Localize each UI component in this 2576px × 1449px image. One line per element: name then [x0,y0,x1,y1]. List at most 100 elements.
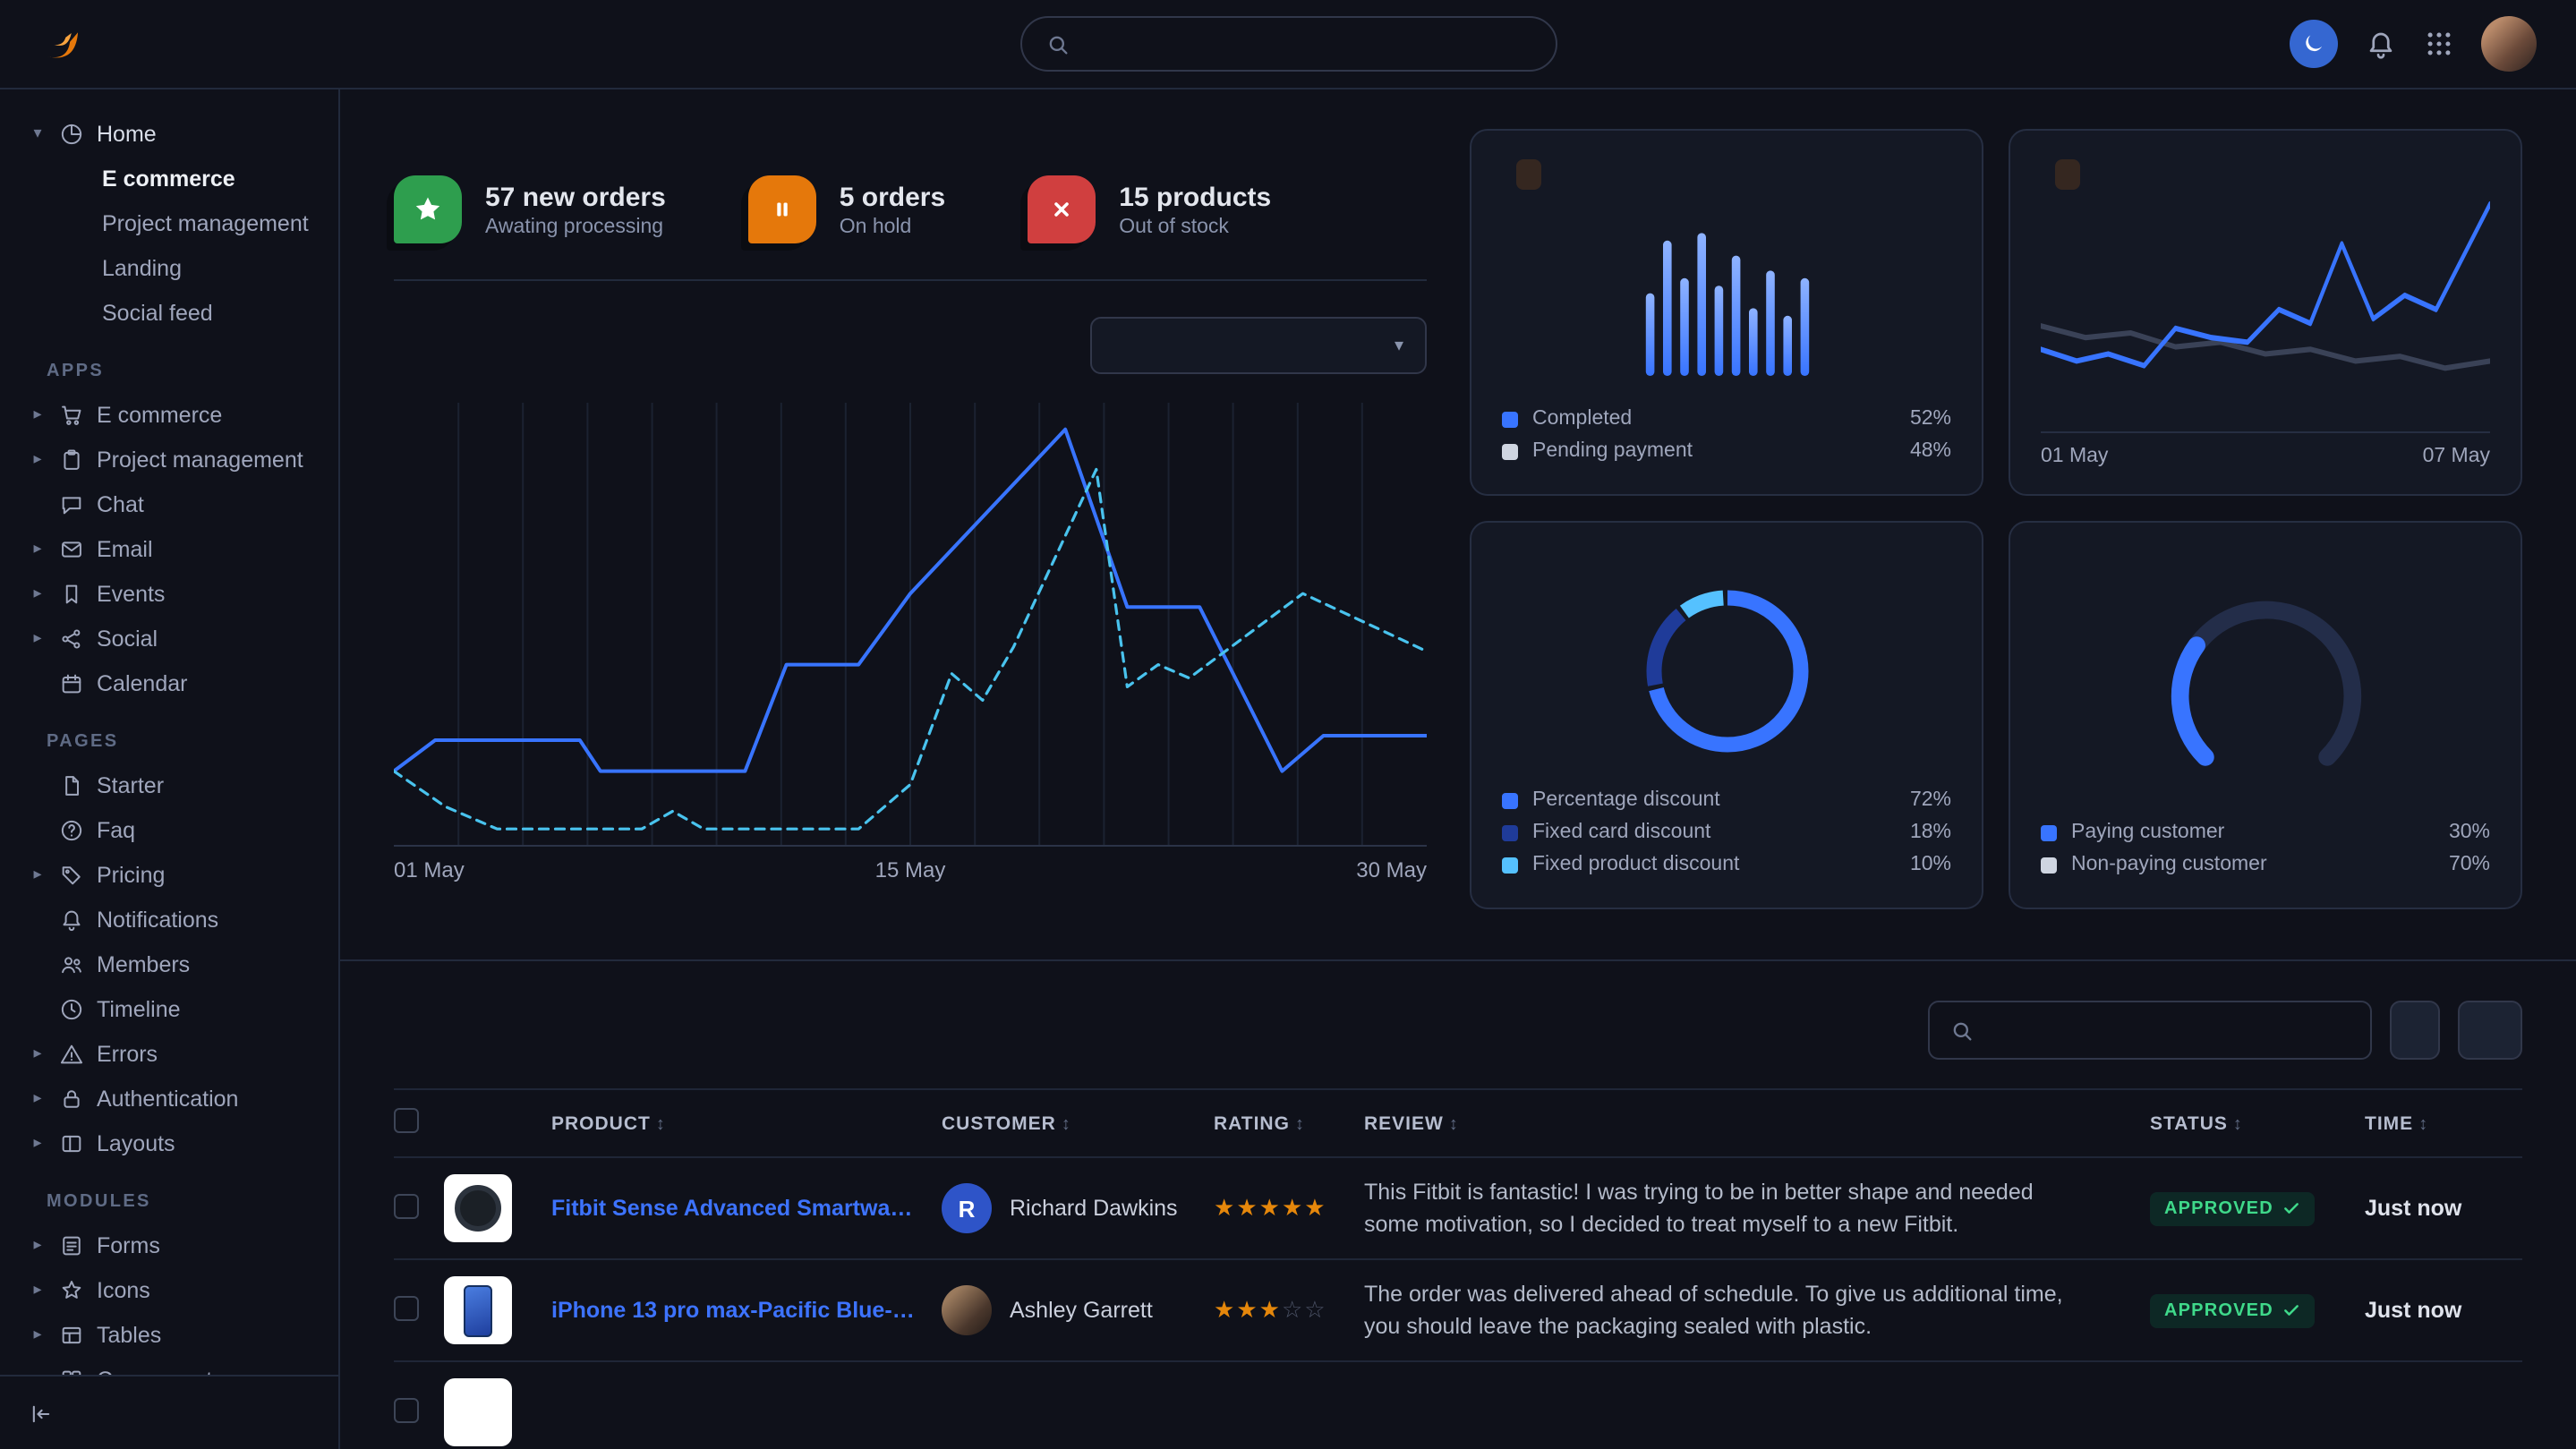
more-options-button[interactable] [2458,1001,2522,1060]
product-thumbnail [444,1378,512,1446]
lock-icon [59,1086,84,1111]
row-checkbox[interactable] [394,1193,419,1218]
calendar-icon [59,670,84,695]
sidebar-subitem-project-management[interactable]: Project management [25,200,324,245]
legend-label: Pending payment [1532,440,1693,462]
sidebar-item-email[interactable]: ▸Email [25,526,324,571]
apps-grid-icon[interactable] [2424,29,2454,59]
new-customers-x-axis: 01 May07 May [2041,431,2490,467]
sidebar-item-members[interactable]: Members [25,942,324,986]
star-filled-icon: ★ [1214,1194,1236,1221]
sidebar-item-authentication[interactable]: ▸Authentication [25,1076,324,1121]
sidebar-item-notifications[interactable]: Notifications [25,897,324,942]
cart-icon [59,402,84,427]
sidebar-item-pricing[interactable]: ▸Pricing [25,852,324,897]
stat-item: 5 ordersOn hold [748,175,945,243]
column-header-customer[interactable]: CUSTOMER↕ [942,1112,1214,1134]
column-header-rating[interactable]: RATING↕ [1214,1112,1364,1134]
sidebar-item-errors[interactable]: ▸Errors [25,1031,324,1076]
dashboard-left-column: 57 new ordersAwating processing5 ordersO… [394,129,1427,909]
product-link[interactable]: iPhone 13 pro max-Pacific Blue-128GB sto… [551,1298,942,1323]
page-layout: ▾HomeE commerceProject managementLanding… [0,89,2576,1449]
brand-logo[interactable] [39,21,100,67]
latest-reviews-section: PRODUCT↕CUSTOMER↕RATING↕REVIEW↕STATUS↕TI… [340,959,2576,1449]
legend-value: 18% [1910,822,1951,843]
sidebar-group-label: MODULES [47,1192,324,1212]
caret-right-icon: ▸ [29,584,47,603]
sidebar-item-tables[interactable]: ▸Tables [25,1312,324,1357]
review-text: This Fitbit is fantastic! I was trying t… [1364,1176,2150,1241]
date-range-select[interactable]: ▾ [1090,317,1427,374]
mail-icon [59,536,84,561]
star-icon [412,193,444,226]
user-avatar[interactable] [2481,16,2537,72]
sidebar-subitem-landing[interactable]: Landing [25,245,324,290]
sidebar-item-label: Social [97,626,158,651]
global-search-input[interactable] [1084,31,1531,56]
legend-label: Non-paying customer [2071,854,2267,875]
reviews-search [1928,1001,2372,1060]
column-header-time[interactable]: TIME↕ [2365,1112,2522,1134]
legend-swatch [1502,824,1518,840]
sidebar-item-label: Members [97,951,190,976]
sidebar-item-home[interactable]: ▾Home [25,111,324,156]
notifications-bell-icon[interactable] [2365,28,2397,60]
sidebar-item-e-commerce[interactable]: ▸E commerce [25,392,324,437]
star-filled-icon: ★ [1304,1194,1326,1221]
sidebar-item-faq[interactable]: Faq [25,807,324,852]
sidebar-item-layouts[interactable]: ▸Layouts [25,1121,324,1165]
paying-legend: Paying customer30%Non-paying customer70% [2041,816,2490,881]
star-badge-icon [394,175,462,243]
theme-toggle-button[interactable] [2290,20,2338,68]
search-icon [1045,31,1070,56]
column-header-review[interactable]: REVIEW↕ [1364,1112,2150,1134]
sidebar-item-social[interactable]: ▸Social [25,616,324,661]
column-header-status[interactable]: STATUS↕ [2150,1112,2365,1134]
sidebar-item-calendar[interactable]: Calendar [25,661,324,705]
table-row-partial [394,1362,2522,1449]
legend-item: Fixed product discount10% [1502,848,1951,881]
sidebar: ▾HomeE commerceProject managementLanding… [0,89,340,1449]
row-checkbox[interactable] [394,1295,419,1320]
stat-caption: Out of stock [1119,216,1271,237]
clock-icon [59,996,84,1021]
table-row: Fitbit Sense Advanced Smartwatch with To… [394,1158,2522,1260]
customer-avatar: R [942,1183,992,1233]
product-link[interactable]: Fitbit Sense Advanced Smartwatch with To… [551,1196,942,1221]
row-checkbox[interactable] [394,1397,419,1422]
new_customers-svg [2041,197,2490,431]
smartwatch-image [455,1185,501,1232]
caret-right-icon: ▸ [29,1133,47,1153]
stat-item: 15 productsOut of stock [1028,175,1271,243]
column-header-product[interactable]: PRODUCT↕ [551,1112,942,1134]
sidebar-item-label: Starter [97,772,164,797]
sidebar-item-components[interactable]: ▸Components [25,1357,324,1375]
legend-item: Percentage discount72% [1502,784,1951,816]
sidebar-item-project-management[interactable]: ▸Project management [25,437,324,482]
dashboard-top: 57 new ordersAwating processing5 ordersO… [340,89,2576,909]
customer-cell: RRichard Dawkins [942,1183,1214,1233]
collapsed-view-toggle[interactable] [0,1375,338,1449]
sidebar-item-chat[interactable]: Chat [25,482,324,526]
form-icon [59,1232,84,1257]
product-thumbnail [444,1276,512,1344]
sidebar-item-starter[interactable]: Starter [25,763,324,807]
sidebar-item-label: Timeline [97,996,181,1021]
sidebar-item-forms[interactable]: ▸Forms [25,1223,324,1267]
share-icon [59,626,84,651]
sidebar-subitem-e-commerce[interactable]: E commerce [25,156,324,200]
sidebar-item-icons[interactable]: ▸Icons [25,1267,324,1312]
kpi-cards: Completed52%Pending payment48% 01 May07 … [1470,129,2522,909]
star-filled-icon: ★ [1214,1296,1236,1323]
sidebar-item-events[interactable]: ▸Events [25,571,324,616]
card-new-customers: 01 May07 May [2009,129,2522,496]
sidebar-subitem-social-feed[interactable]: Social feed [25,290,324,335]
sidebar-item-timeline[interactable]: Timeline [25,986,324,1031]
select-all-checkbox[interactable] [394,1108,419,1133]
all-products-button[interactable] [2390,1001,2440,1060]
sidebar-item-label: E commerce [97,402,222,427]
components-icon [59,1367,84,1375]
reviews-search-input[interactable] [1989,1018,2350,1043]
table-icon [59,1322,84,1347]
legend-item: Pending payment48% [1502,435,1951,467]
